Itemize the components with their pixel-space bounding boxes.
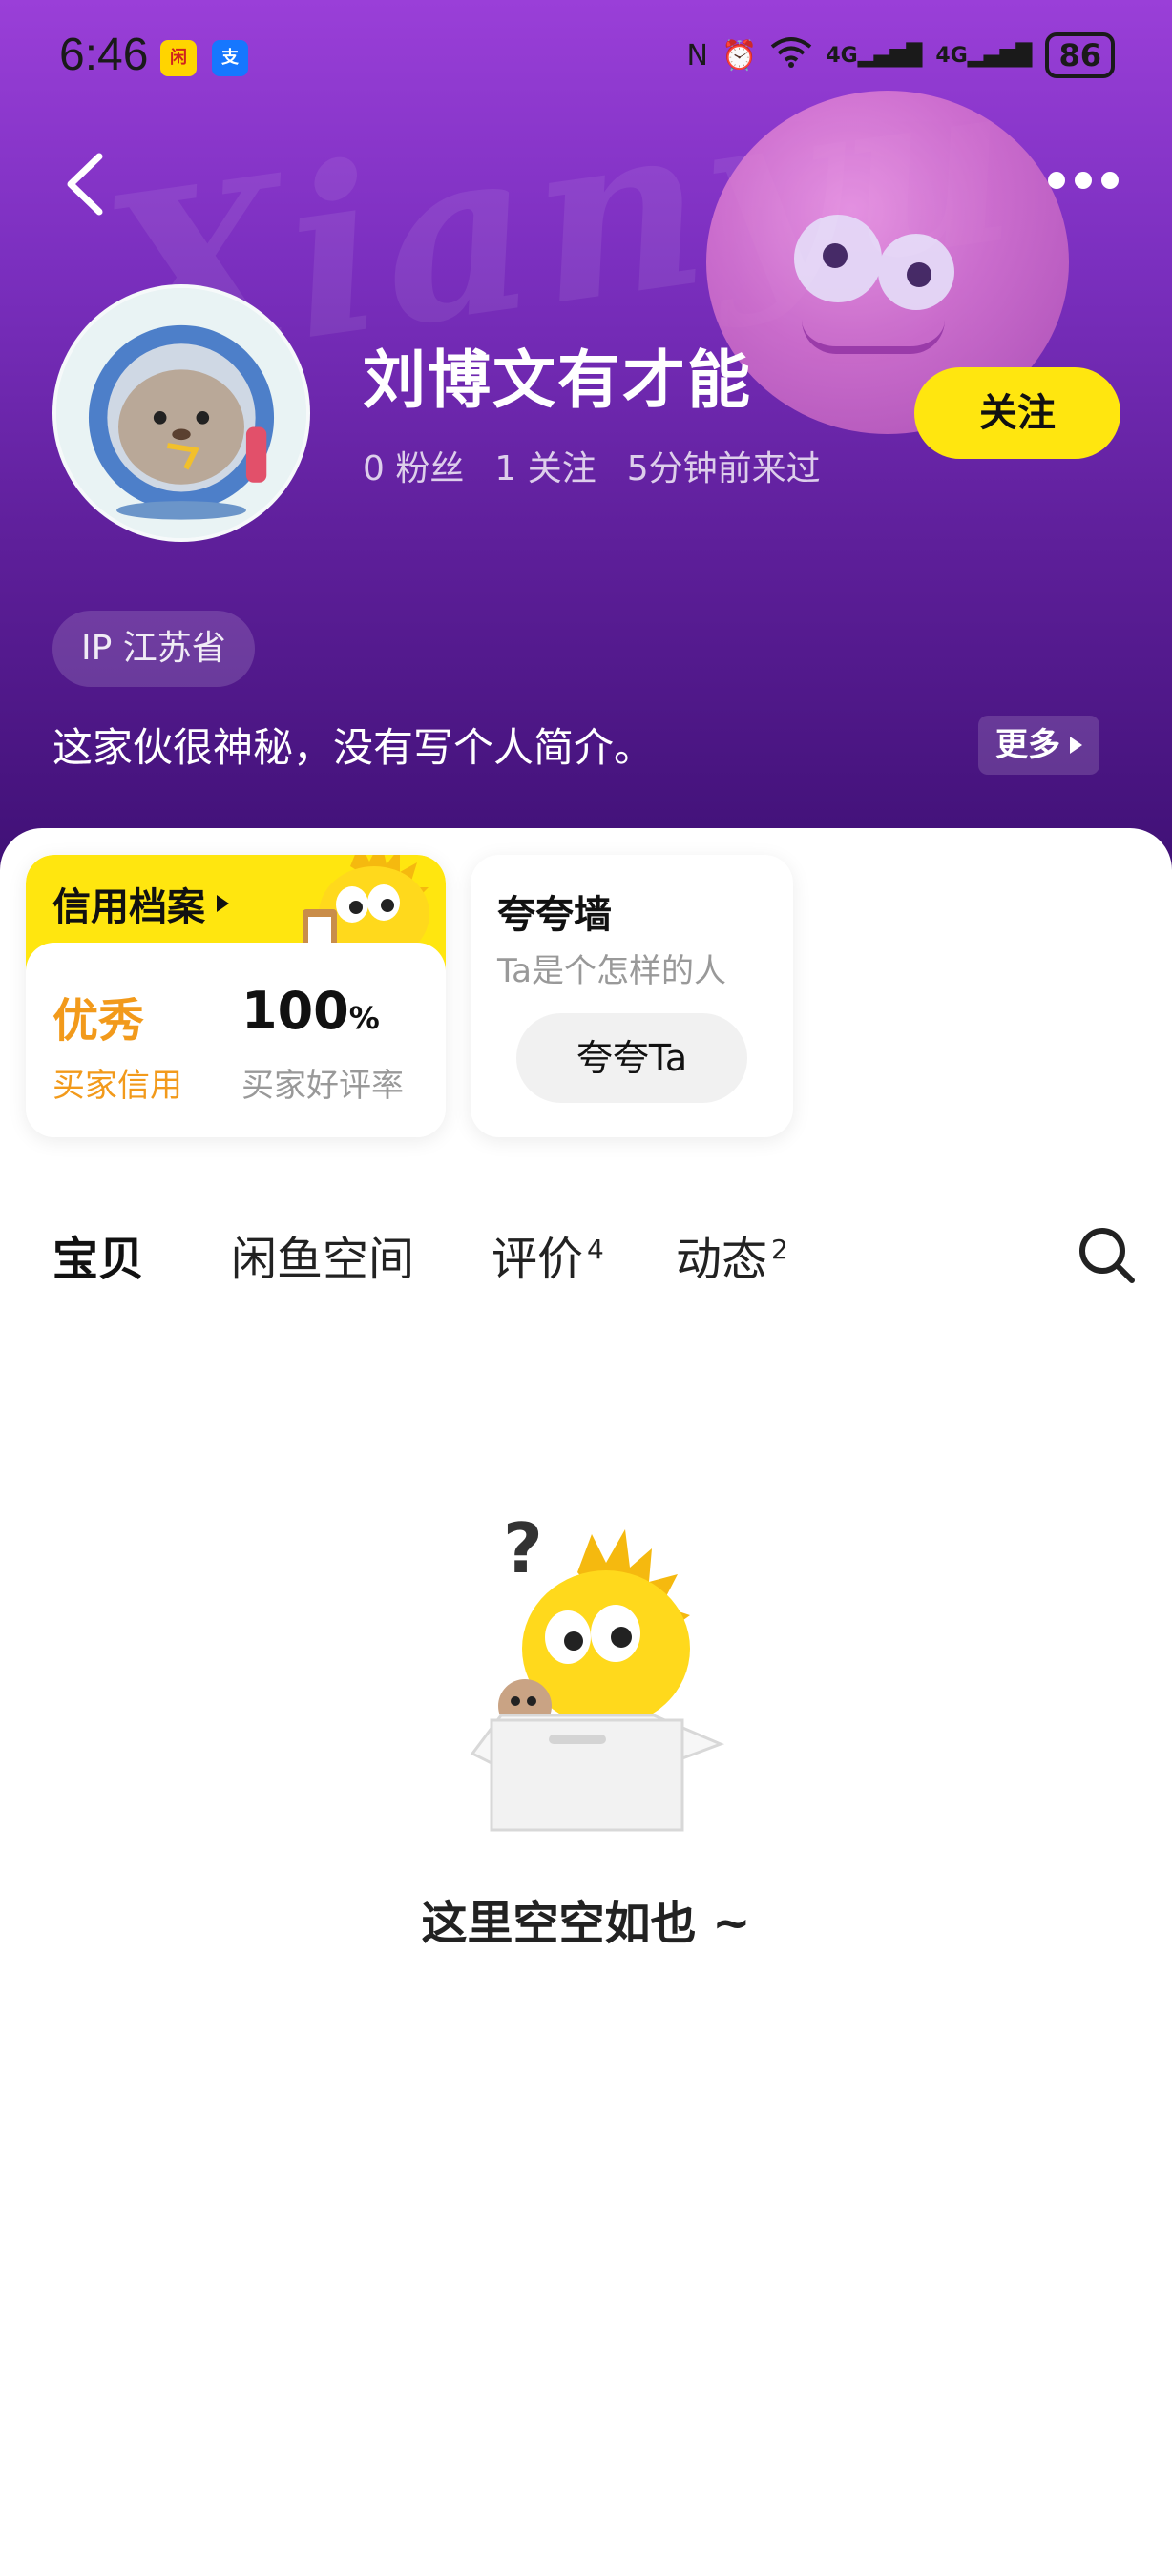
ip-location-tag: IP 江苏省 [52, 611, 255, 687]
bio-text: 这家伙很神秘，没有写个人简介。 [52, 724, 655, 771]
triangle-right-icon [217, 895, 229, 912]
nfc-icon: N [686, 38, 708, 73]
posts-count: 2 [771, 1234, 788, 1265]
content-area: 信用档案 优秀 买家信用 100% 买家好评率 夸夸墙 Ta是个怎样的人 夸夸T [0, 828, 1172, 2576]
positive-rate-value: 100% [241, 981, 380, 1041]
tab-reviews[interactable]: 评价 4 [492, 1221, 604, 1288]
triangle-right-icon [1070, 737, 1082, 754]
following-count[interactable]: 1 关注 [494, 441, 596, 490]
alipay-app-icon: 支 [212, 40, 248, 76]
empty-box-mascot-illustration: ? [470, 1515, 725, 1832]
praise-wall-subtitle: Ta是个怎样的人 [497, 952, 726, 990]
tab-items[interactable]: 宝贝 [49, 1221, 159, 1290]
follow-button[interactable]: 关注 [914, 367, 1120, 459]
more-options-icon[interactable] [1048, 172, 1119, 189]
buyer-credit-label: 买家信用 [52, 1067, 182, 1105]
signal-icon-2: 4G▂▄▆█ [935, 43, 1033, 68]
buyer-credit-level: 优秀 [52, 994, 145, 1048]
bio-more-button[interactable]: 更多 [978, 716, 1099, 775]
back-arrow-icon[interactable] [59, 151, 116, 218]
tab-posts[interactable]: 动态 2 [676, 1221, 788, 1288]
credit-profile-card[interactable]: 信用档案 优秀 买家信用 100% 买家好评率 [26, 855, 446, 1137]
profile-stats: 0 粉丝 1 关注 5分钟前来过 [363, 441, 821, 490]
praise-wall-title: 夸夸墙 [497, 893, 612, 937]
praise-wall-card[interactable]: 夸夸墙 Ta是个怎样的人 夸夸Ta [471, 855, 793, 1137]
reviews-count: 4 [587, 1234, 604, 1265]
last-seen: 5分钟前来过 [626, 449, 821, 488]
username: 刘博文有才能 [363, 343, 752, 417]
alarm-icon: ⏰ [721, 38, 758, 73]
credit-card-title: 信用档案 [52, 876, 229, 931]
profile-header: Xianyu 6:46 闲 支 N ⏰ 4G▂▄▆█ 4G▂▄▆█ 86 刘博文… [0, 0, 1172, 878]
search-icon[interactable] [1077, 1225, 1138, 1286]
profile-tabs: 宝贝 闲鱼空间 评价 4 动态 2 [0, 1202, 1172, 1307]
xianyu-app-icon: 闲 [160, 40, 197, 76]
tab-space[interactable]: 闲鱼空间 [231, 1221, 414, 1288]
fans-count[interactable]: 0 粉丝 [363, 441, 464, 490]
praise-button[interactable]: 夸夸Ta [516, 1013, 747, 1103]
signal-icon-1: 4G▂▄▆█ [826, 43, 923, 68]
positive-rate-label: 买家好评率 [241, 1067, 404, 1105]
status-time: 6:46 [59, 30, 149, 80]
status-bar: 6:46 闲 支 N ⏰ 4G▂▄▆█ 4G▂▄▆█ 86 [0, 0, 1172, 114]
battery-indicator: 86 [1045, 32, 1115, 78]
wifi-icon [770, 35, 812, 75]
empty-state-message: 这里空空如也 ~ [421, 1897, 751, 1950]
avatar[interactable] [52, 284, 310, 542]
svg-text:?: ? [503, 1515, 543, 1589]
